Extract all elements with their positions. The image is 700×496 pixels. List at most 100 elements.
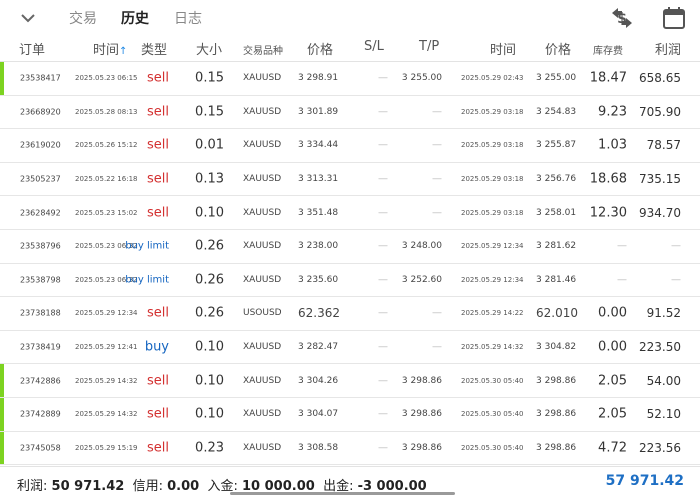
table-row[interactable]: 23505237 2025.05.22 16:18 sell 0.13 XAUU…: [0, 162, 700, 197]
order-type: buy limit: [125, 274, 169, 286]
summary-footer: 利润: 50 971.42 信用: 0.00 入金: 10 000.00 出金:…: [0, 466, 700, 496]
take-profit: —: [432, 341, 442, 353]
close-time: 2025.05.30 05:40: [461, 443, 524, 452]
symbol: XAUUSD: [243, 241, 282, 252]
open-price: 3 298.91: [298, 73, 339, 84]
currency-exchange-icon[interactable]: $: [608, 4, 636, 32]
symbol: XAUUSD: [243, 342, 282, 353]
header-type[interactable]: 类型: [141, 39, 167, 58]
header-tp[interactable]: T/P: [419, 39, 439, 54]
profit: 735.15: [639, 172, 681, 187]
volume: 0.15: [195, 104, 224, 120]
open-time: 2025.05.29 15:19: [75, 443, 138, 452]
table-row[interactable]: 23738419 2025.05.29 12:41 buy 0.10 XAUUS…: [0, 330, 700, 365]
header-sl[interactable]: S/L: [364, 39, 384, 54]
take-profit: 3 298.86: [401, 375, 442, 386]
open-price: 3 313.31: [298, 174, 339, 185]
table-row[interactable]: 23538798 2025.05.23 06:32 buy limit 0.26…: [0, 263, 700, 298]
symbol: USOUSD: [243, 308, 282, 319]
take-profit: —: [432, 207, 442, 219]
order-id: 23538417: [20, 73, 61, 83]
swap: 4.72: [598, 440, 627, 456]
symbol: XAUUSD: [243, 174, 282, 185]
horizontal-scrollbar[interactable]: [230, 492, 455, 495]
open-price: 3 304.07: [298, 409, 339, 420]
stop-loss: —: [378, 207, 388, 219]
table-row[interactable]: 23742886 2025.05.29 14:32 sell 0.10 XAUU…: [0, 364, 700, 398]
close-price: 3 258.01: [536, 207, 577, 218]
open-time: 2025.05.23 06:15: [75, 74, 138, 83]
header-price[interactable]: 价格: [307, 39, 333, 58]
volume: 0.10: [195, 373, 224, 389]
stop-loss: —: [378, 72, 388, 84]
balance-total: 57 971.42: [605, 473, 684, 489]
take-profit: —: [432, 106, 442, 118]
tab-history[interactable]: 历史: [121, 8, 149, 28]
symbol: XAUUSD: [243, 73, 282, 84]
table-row[interactable]: 23628492 2025.05.23 15:02 sell 0.10 XAUU…: [0, 196, 700, 230]
tab-journal[interactable]: 日志: [174, 8, 202, 28]
close-time: 2025.05.29 12:34: [461, 242, 524, 251]
table-row[interactable]: 23538796 2025.05.23 06:32 buy limit 0.26…: [0, 229, 700, 264]
chevron-down-icon[interactable]: [18, 8, 38, 28]
close-price: 3 304.82: [536, 342, 577, 353]
header-close-price[interactable]: 价格: [545, 39, 571, 58]
swap: 18.68: [589, 171, 627, 187]
close-price: 3 254.83: [536, 106, 577, 117]
table-row[interactable]: 23619020 2025.05.26 15:12 sell 0.01 XAUU…: [0, 129, 700, 163]
stop-loss: —: [378, 307, 388, 319]
close-time: 2025.05.29 03:18: [461, 107, 524, 116]
header-swap[interactable]: 库存费: [593, 42, 623, 57]
order-id: 23738419: [20, 342, 61, 352]
volume: 0.15: [195, 70, 224, 86]
order-type: sell: [147, 205, 169, 221]
table-row[interactable]: 23668920 2025.05.28 08:13 sell 0.15 XAUU…: [0, 95, 700, 130]
profit-label: 利润:: [17, 479, 48, 494]
table-row[interactable]: 23742889 2025.05.29 14:32 sell 0.10 XAUU…: [0, 397, 700, 432]
stop-loss: —: [378, 106, 388, 118]
close-price: 3 298.86: [536, 409, 577, 420]
close-time: 2025.05.29 14:32: [461, 343, 524, 352]
open-price: 3 235.60: [298, 274, 339, 285]
swap: 1.03: [598, 137, 627, 153]
order-id: 23668920: [20, 107, 61, 117]
volume: 0.26: [195, 272, 224, 288]
profit: —: [671, 240, 681, 252]
swap: 9.23: [598, 104, 627, 120]
header-symbol[interactable]: 交易品种: [243, 42, 283, 57]
table-row[interactable]: 23745058 2025.05.29 15:19 sell 0.23 XAUU…: [0, 431, 700, 466]
swap: 0.00: [598, 305, 627, 321]
swap: 2.05: [598, 406, 627, 422]
profit: 934.70: [639, 205, 681, 220]
header-close-time[interactable]: 时间: [490, 39, 516, 58]
stop-loss: —: [378, 375, 388, 387]
header-time[interactable]: 时间↑: [93, 39, 127, 58]
open-time: 2025.05.29 12:34: [75, 309, 138, 318]
symbol: XAUUSD: [243, 375, 282, 386]
open-price: 62.362: [298, 306, 340, 321]
close-price: 3 298.86: [536, 442, 577, 453]
open-time: 2025.05.22 16:18: [75, 175, 138, 184]
order-type: sell: [147, 305, 169, 321]
table-row[interactable]: 23538417 2025.05.23 06:15 sell 0.15 XAUU…: [0, 62, 700, 96]
order-type: sell: [147, 137, 169, 153]
close-time: 2025.05.29 03:18: [461, 175, 524, 184]
close-price: 3 255.87: [536, 140, 577, 151]
header-volume[interactable]: 大小: [196, 39, 222, 58]
order-type: buy limit: [125, 240, 169, 252]
close-price: 62.010: [536, 306, 578, 321]
volume: 0.10: [195, 406, 224, 422]
open-time: 2025.05.28 08:13: [75, 107, 138, 116]
credit-value: 0.00: [167, 479, 200, 494]
swap: 18.47: [589, 70, 627, 86]
header-order[interactable]: 订单: [19, 39, 45, 58]
profit: 223.50: [639, 340, 681, 355]
calendar-icon[interactable]: [660, 4, 688, 32]
take-profit: 3 255.00: [401, 73, 442, 84]
header-profit[interactable]: 利润: [655, 39, 681, 58]
stop-loss: —: [378, 274, 388, 286]
table-row[interactable]: 23738188 2025.05.29 12:34 sell 0.26 USOU…: [0, 297, 700, 331]
symbol: XAUUSD: [243, 106, 282, 117]
tab-trade[interactable]: 交易: [69, 8, 97, 28]
take-profit: 3 252.60: [401, 274, 442, 285]
